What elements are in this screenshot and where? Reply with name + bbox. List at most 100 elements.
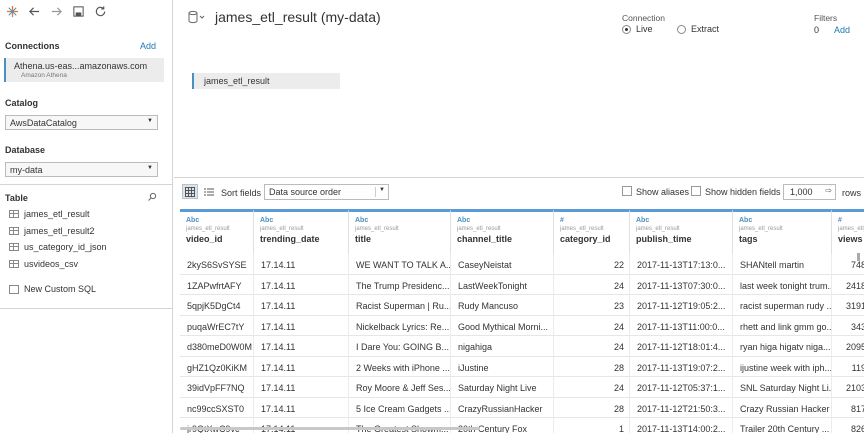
show-hidden-checkbox[interactable] xyxy=(691,186,701,196)
back-icon[interactable] xyxy=(24,1,44,21)
show-aliases-checkbox[interactable] xyxy=(622,186,632,196)
database-value: my-data xyxy=(10,165,43,175)
table-label: usvideos_csv xyxy=(24,258,79,269)
table-row[interactable]: 5qpjK5DgCt4 17.14.11 Racist Superman | Ru.… xyxy=(180,295,864,316)
table-row[interactable]: nc99ccSXST0 17.14.11 5 Ice Cream Gadgets .… xyxy=(180,397,864,418)
extract-radio[interactable]: Extract xyxy=(677,24,719,34)
table-cell: 119 xyxy=(832,357,864,378)
table-cell: 5 Ice Cream Gadgets ... xyxy=(349,397,451,418)
column-header[interactable]: Abc james_etl_result title xyxy=(349,209,451,254)
table-cell: ijustine week with iph... xyxy=(733,356,832,377)
table-cell: 1ZAPwfrtAFY xyxy=(180,274,254,295)
data-type-icon: Abc xyxy=(457,217,471,224)
table-cell: gHZ1Qz0KiKM xyxy=(180,356,254,377)
table-cell: CrazyRussianHacker xyxy=(451,397,554,418)
grid-view-icon[interactable] xyxy=(182,184,198,199)
datasource-icon[interactable] xyxy=(187,10,207,24)
column-source: james_etl_result xyxy=(838,226,864,232)
table-row[interactable]: 39idVpFF7NQ 17.14.11 Roy Moore & Jeff Ses.… xyxy=(180,377,864,398)
rows-input[interactable]: 1,000 ⇨ xyxy=(783,184,836,200)
chevron-down-icon: ▼ xyxy=(379,187,385,193)
table-cell: Crazy Russian Hacker ... xyxy=(733,397,832,418)
table-row[interactable]: jr9QtXwC9vc17.14.11The Greatest Showm...… xyxy=(180,418,864,433)
forward-icon[interactable] xyxy=(46,1,66,21)
filters-label: Filters xyxy=(814,13,838,23)
table-cell: Good Mythical Morni... xyxy=(451,315,554,336)
table-icon xyxy=(9,243,19,252)
table-cell: 17.14.11 xyxy=(254,315,349,336)
table-row[interactable]: gHZ1Qz0KiKM 17.14.11 2 Weeks with iPhone .… xyxy=(180,356,864,378)
save-icon[interactable] xyxy=(68,1,88,21)
live-label: Live xyxy=(636,24,653,34)
table-cell: Rudy Mancuso xyxy=(451,295,554,316)
column-header[interactable]: Abc james_etl_result trending_date xyxy=(254,209,349,254)
database-title: Database xyxy=(5,145,46,155)
sort-fields-label: Sort fields xyxy=(221,188,262,198)
arrow-right-icon[interactable]: ⇨ xyxy=(825,186,832,195)
add-filter-link[interactable]: Add xyxy=(834,25,850,35)
catalog-select[interactable]: AwsDataCatalog ▼ xyxy=(5,115,158,130)
table-cell: 2017-11-13T14:00:2... xyxy=(630,418,733,433)
table-item[interactable]: james_etl_result2 xyxy=(0,223,173,240)
vertical-scrollbar[interactable] xyxy=(857,253,860,261)
table-cell: 28 xyxy=(554,356,630,377)
database-select[interactable]: my-data ▼ xyxy=(5,162,158,177)
table-cell: 2kyS6SvSYSE xyxy=(180,254,254,275)
table-cell: Racist Superman | Ru... xyxy=(349,295,451,316)
column-header[interactable]: # james_etl_result category_id xyxy=(554,209,630,254)
column-name: tags xyxy=(739,234,758,244)
table-cell: 2095 xyxy=(832,336,864,357)
table-cell: 24 xyxy=(554,377,630,398)
catalog-value: AwsDataCatalog xyxy=(10,118,77,128)
rows-label: rows xyxy=(842,188,862,198)
column-header[interactable]: Abc james_etl_result publish_time xyxy=(630,209,733,254)
table-cell: 826 xyxy=(832,418,864,433)
data-type-icon: Abc xyxy=(739,217,753,224)
column-header[interactable]: # james_etl_resultviews xyxy=(832,209,864,254)
column-name: category_id xyxy=(560,234,611,244)
table-cell: 2017-11-12T19:05:2... xyxy=(630,295,733,316)
table-cell: LastWeekTonight xyxy=(451,274,554,295)
table-cell: d380meD0W0M xyxy=(180,336,254,357)
canvas-table-pill[interactable]: james_etl_result xyxy=(192,73,340,89)
column-source: james_etl_result xyxy=(636,226,680,232)
table-item[interactable]: us_category_id_json xyxy=(0,239,173,256)
column-header[interactable]: Abc james_etl_result video_id xyxy=(180,209,254,254)
table-cell: 17.14.11 xyxy=(254,418,349,433)
data-type-icon: Abc xyxy=(186,217,200,224)
search-icon[interactable] xyxy=(147,192,157,202)
table-row[interactable]: d380meD0W0M 17.14.11 I Dare You: GOING B..… xyxy=(180,336,864,357)
horizontal-scrollbar[interactable] xyxy=(180,427,480,430)
sort-value: Data source order xyxy=(269,187,342,197)
table-cell: 17.14.11 xyxy=(254,336,349,357)
tableau-logo-icon[interactable] xyxy=(2,1,22,21)
live-radio[interactable]: Live xyxy=(622,24,653,34)
table-cell: 17.14.11 xyxy=(254,397,349,418)
data-type-icon: Abc xyxy=(355,217,369,224)
table-row[interactable]: 2kyS6SvSYSE 17.14.11 WE WANT TO TALK A... C… xyxy=(180,254,864,275)
table-cell: Saturday Night Live xyxy=(451,377,554,398)
table-cell: 2017-11-13T07:30:0... xyxy=(630,274,733,295)
table-cell: SNL Saturday Night Li... xyxy=(733,377,832,398)
column-header[interactable]: Abc james_etl_result channel_title xyxy=(451,209,554,254)
table-cell: Trailer 20th Century ... xyxy=(733,418,832,433)
table-row[interactable]: puqaWrEC7tY 17.14.11 Nickelback Lyrics: Re… xyxy=(180,315,864,336)
column-header[interactable]: Abc james_etl_result tags xyxy=(733,209,832,254)
list-view-icon[interactable] xyxy=(201,184,217,199)
table-row[interactable]: 1ZAPwfrtAFY 17.14.11 The Trump Presidenc..… xyxy=(180,274,864,295)
datasource-title[interactable]: james_etl_result (my-data) xyxy=(215,9,381,25)
table-cell: 2017-11-12T21:50:3... xyxy=(630,397,733,418)
table-item[interactable]: usvideos_csv xyxy=(0,256,173,273)
add-connection-link[interactable]: Add xyxy=(140,41,156,51)
column-name: views xyxy=(838,234,863,244)
data-grid: Abc james_etl_result video_id Abc james_etl_… xyxy=(180,209,864,433)
table-label: james_etl_result2 xyxy=(24,225,95,236)
connection-item[interactable]: Athena.us-eas...amazonaws.com Amazon Ath… xyxy=(4,58,164,82)
refresh-icon[interactable] xyxy=(90,1,110,21)
column-name: publish_time xyxy=(636,234,692,244)
table-cell: WE WANT TO TALK A... xyxy=(349,254,451,275)
table-item[interactable]: james_etl_result xyxy=(0,206,173,223)
table-cell: 2103 xyxy=(832,377,864,398)
new-custom-sql[interactable]: New Custom SQL xyxy=(9,284,96,294)
sort-fields-select[interactable]: Data source order ▼ xyxy=(264,184,389,200)
